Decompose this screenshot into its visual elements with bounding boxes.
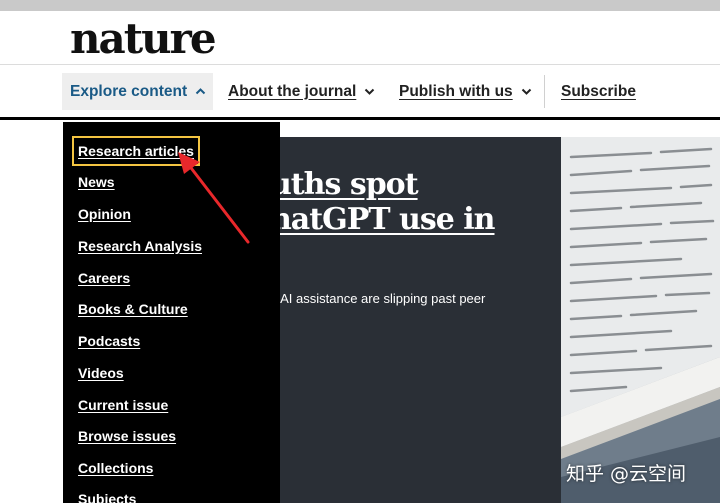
header-bottom-bar xyxy=(0,117,720,120)
site-logo[interactable]: nature xyxy=(70,14,217,64)
menu-item-opinion[interactable]: Opinion xyxy=(78,205,131,223)
chevron-down-icon xyxy=(364,86,375,97)
menu-item-podcasts[interactable]: Podcasts xyxy=(78,332,140,350)
menu-item-videos[interactable]: Videos xyxy=(78,364,124,382)
hero-title[interactable]: uths spot natGPT use in xyxy=(280,167,561,237)
menu-item-research-analysis[interactable]: Research Analysis xyxy=(78,237,202,255)
menu-item-news[interactable]: News xyxy=(78,173,115,191)
browser-top-strip xyxy=(0,0,720,11)
menu-item-careers[interactable]: Careers xyxy=(78,269,130,287)
menu-item-collections[interactable]: Collections xyxy=(78,459,153,477)
nav-explore-content-label: Explore content xyxy=(70,82,188,100)
menu-item-books-culture[interactable]: Books & Culture xyxy=(78,300,188,318)
watermark-text: 知乎 @云空间 xyxy=(566,463,687,485)
menu-item-research-articles[interactable]: Research articles xyxy=(72,136,200,166)
chevron-down-icon xyxy=(521,86,532,97)
nav-about-journal[interactable]: About the journal xyxy=(228,73,375,110)
hero-subtitle: e AI assistance are slipping past peer xyxy=(280,291,486,306)
nav-publish-with-us-label: Publish with us xyxy=(399,82,513,100)
menu-item-browse-issues[interactable]: Browse issues xyxy=(78,427,176,445)
hero-card[interactable]: uths spot natGPT use in e AI assistance … xyxy=(280,137,561,503)
explore-content-dropdown: Research articles News Opinion Research … xyxy=(63,122,280,503)
chevron-up-icon xyxy=(195,86,206,97)
menu-item-current-issue[interactable]: Current issue xyxy=(78,396,168,414)
nav-subscribe-label: Subscribe xyxy=(561,82,636,100)
main-nav: Explore content About the journal Publis… xyxy=(0,65,720,117)
nav-publish-with-us[interactable]: Publish with us xyxy=(399,73,532,110)
hero-title-line-2: natGPT use in xyxy=(280,202,495,237)
hero-title-line-1: uths spot xyxy=(280,167,419,202)
menu-item-subjects[interactable]: Subjects xyxy=(78,490,136,503)
hero-photo xyxy=(561,137,720,503)
nav-explore-content[interactable]: Explore content xyxy=(62,73,213,110)
nav-about-journal-label: About the journal xyxy=(228,82,357,100)
nav-subscribe[interactable]: Subscribe xyxy=(561,73,636,110)
nav-separator xyxy=(544,75,545,108)
